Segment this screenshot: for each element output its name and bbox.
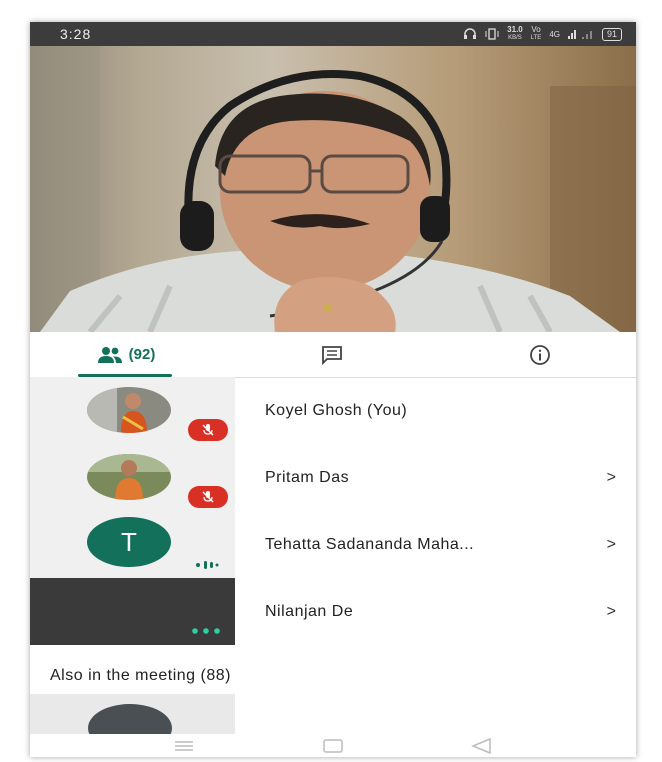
mute-badge — [188, 486, 228, 508]
tab-people[interactable]: (92) — [78, 332, 174, 377]
people-icon — [97, 346, 122, 363]
participant-row[interactable]: Pritam Das > — [30, 444, 636, 511]
avatar — [87, 454, 171, 500]
headphones-icon — [464, 28, 477, 39]
participant-tile — [30, 377, 235, 444]
status-time: 3:28 — [60, 26, 92, 42]
menu-icon[interactable] — [173, 739, 195, 753]
participant-row[interactable]: T Tehatta Sadananda Maha... > — [30, 511, 636, 578]
home-icon[interactable] — [322, 738, 344, 754]
mic-off-icon — [202, 491, 214, 503]
participant-name: Tehatta Sadananda Maha... — [265, 535, 475, 553]
tab-bar: (92) — [30, 332, 636, 378]
phone-screen: 3:28 31.0 KB/S Vo LTE 4G 91 (92) Koyel G… — [30, 22, 636, 757]
avatar — [87, 387, 171, 433]
avatar: T — [87, 517, 171, 567]
people-count: (92) — [128, 346, 156, 363]
chevron-right-icon[interactable]: > — [607, 444, 616, 511]
status-icons: 31.0 KB/S Vo LTE 4G 91 — [463, 22, 622, 46]
participant-tile: T — [30, 511, 235, 578]
mic-off-icon — [202, 424, 214, 436]
signal-icon — [567, 30, 592, 39]
chat-icon — [322, 345, 342, 365]
participant-row[interactable]: Koyel Ghosh (You) — [30, 377, 636, 444]
participant-tile — [30, 444, 235, 511]
system-nav-bar — [30, 734, 636, 757]
chevron-right-icon[interactable]: > — [607, 511, 616, 578]
avatar — [88, 704, 172, 734]
more-dots-icon — [192, 628, 220, 634]
mute-badge — [188, 419, 228, 441]
network-speed: 31.0 KB/S — [507, 25, 523, 42]
volte-indicator: Vo LTE — [530, 25, 542, 42]
participant-name: Nilanjan De — [265, 602, 354, 620]
battery-level: 91 — [606, 28, 617, 39]
participant-name: Pritam Das — [265, 468, 350, 486]
also-in-meeting-heading: Also in the meeting (88) — [50, 667, 231, 684]
participant-row[interactable]: Nilanjan De > — [30, 578, 636, 645]
tab-chat[interactable] — [312, 332, 352, 377]
audio-wave-icon — [196, 561, 219, 569]
participant-name: Koyel Ghosh (You) — [265, 401, 408, 419]
status-bar: 3:28 31.0 KB/S Vo LTE 4G 91 — [30, 22, 636, 46]
tab-info[interactable] — [520, 332, 560, 377]
participant-tile — [30, 578, 235, 645]
participant-tile[interactable] — [30, 694, 235, 734]
back-icon[interactable] — [470, 737, 492, 755]
speaker-figure — [30, 46, 636, 332]
chevron-right-icon[interactable]: > — [607, 578, 616, 645]
battery-icon: 91 — [601, 27, 622, 41]
speaker-video[interactable] — [30, 46, 636, 332]
info-icon — [530, 344, 550, 365]
network-type: 4G — [549, 29, 560, 39]
vibrate-icon — [485, 28, 499, 40]
